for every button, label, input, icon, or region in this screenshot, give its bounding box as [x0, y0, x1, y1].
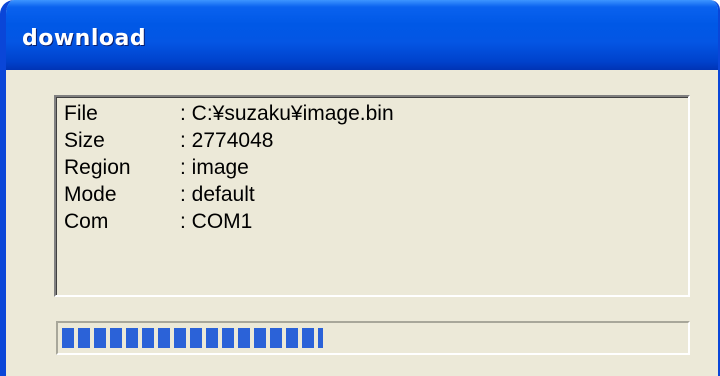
info-value: : COM1	[180, 209, 253, 233]
info-value: : image	[180, 155, 249, 179]
progress-fill	[62, 328, 324, 348]
info-value: : default	[180, 182, 255, 206]
info-label: File	[64, 101, 98, 125]
info-row-com: Com : COM1	[64, 208, 688, 235]
progress-track	[62, 328, 684, 348]
info-value: : C:¥suzaku¥image.bin	[180, 101, 394, 125]
dialog-body: File : C:¥suzaku¥image.bin Size : 277404…	[6, 70, 718, 376]
info-label: Region	[64, 155, 131, 179]
info-panel: File : C:¥suzaku¥image.bin Size : 277404…	[54, 95, 690, 297]
info-label: Mode	[64, 182, 117, 206]
info-row-region: Region : image	[64, 154, 688, 181]
download-dialog: download File : C:¥suzaku¥image.bin Size…	[0, 0, 720, 376]
window-title: download	[22, 26, 147, 51]
info-label: Com	[64, 209, 109, 233]
title-bar[interactable]: download	[6, 0, 718, 70]
info-row-file: File : C:¥suzaku¥image.bin	[64, 100, 688, 127]
info-label: Size	[64, 128, 105, 152]
info-row-size: Size : 2774048	[64, 127, 688, 154]
progress-bar	[56, 321, 690, 355]
info-row-mode: Mode : default	[64, 181, 688, 208]
info-value: : 2774048	[180, 128, 274, 152]
